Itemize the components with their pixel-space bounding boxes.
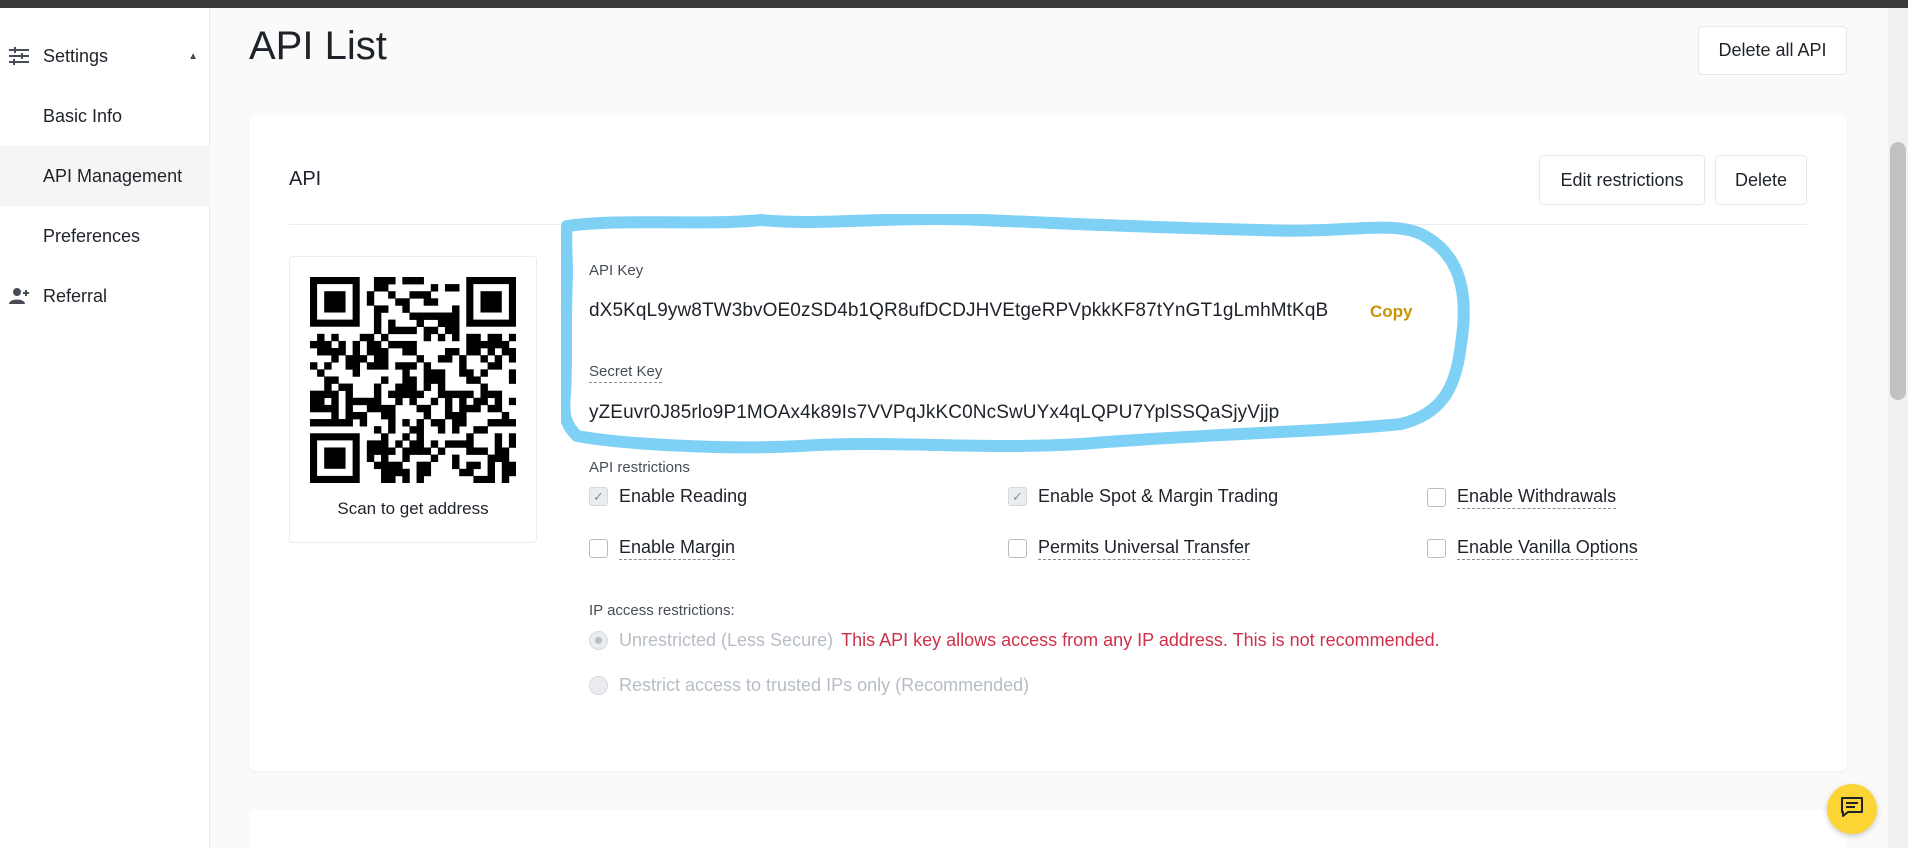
checkbox-checked[interactable]: ✓ (589, 487, 608, 506)
option-label: Permits Universal Transfer (1038, 537, 1251, 560)
ip-trusted-option[interactable]: Restrict access to trusted IPs only (Rec… (589, 675, 1029, 696)
ip-unrestricted-option[interactable]: Unrestricted (Less Secure) This API key … (589, 630, 1440, 651)
delete-button[interactable]: Delete (1715, 155, 1807, 205)
sidebar-item-preferences[interactable]: Preferences (0, 206, 210, 266)
option-label: Unrestricted (Less Secure) (619, 630, 834, 650)
checkbox[interactable] (1427, 488, 1446, 507)
api-card: API Edit restrictions Delete Scan to get… (249, 116, 1847, 771)
enable-reading-option[interactable]: ✓ Enable Reading (589, 486, 747, 507)
page-title: API List (249, 24, 387, 68)
copy-button[interactable]: Copy (1370, 302, 1413, 322)
sidebar-item-label: Referral (43, 285, 108, 306)
sidebar-item-label: Basic Info (43, 105, 123, 126)
option-label: Enable Withdrawals (1457, 486, 1617, 509)
sidebar-item-api-management[interactable]: API Management (0, 146, 210, 206)
radio[interactable] (589, 676, 608, 695)
enable-spot-margin-option[interactable]: ✓ Enable Spot & Margin Trading (1008, 486, 1278, 507)
sidebar-item-label: Settings (43, 45, 109, 66)
sidebar: Settings ▲ Basic Info API Management Pre… (0, 8, 210, 848)
api-key-value: dX5KqL9yw8TW3bvOE0zSD4b1QR8ufDCDJHVEtgeR… (589, 300, 1329, 321)
qr-code-image (310, 277, 516, 483)
ip-restrictions-label: IP access restrictions: (589, 602, 735, 619)
api-restrictions-label: API restrictions (589, 459, 690, 476)
sliders-icon (7, 44, 31, 68)
checkbox[interactable] (1008, 539, 1027, 558)
scrollbar-track[interactable] (1888, 8, 1908, 848)
caret-up-icon: ▲ (188, 50, 198, 62)
radio-selected[interactable] (589, 631, 608, 650)
option-label: Enable Vanilla Options (1457, 537, 1638, 560)
browser-top-bar (0, 0, 1908, 8)
option-label: Enable Spot & Margin Trading (1038, 486, 1279, 506)
option-label: Enable Reading (619, 486, 748, 506)
universal-transfer-option[interactable]: Permits Universal Transfer (1008, 537, 1251, 560)
api-card-next (249, 810, 1847, 848)
api-key-label: API Key (589, 262, 644, 279)
sidebar-item-settings[interactable]: Settings ▲ (0, 26, 210, 86)
vanilla-options-option[interactable]: Enable Vanilla Options (1427, 537, 1638, 560)
divider (289, 224, 1807, 225)
sidebar-item-label: API Management (43, 165, 183, 186)
enable-margin-option[interactable]: Enable Margin (589, 537, 736, 560)
add-user-icon (7, 284, 31, 308)
ip-warning-text: This API key allows access from any IP a… (841, 630, 1440, 650)
option-label: Enable Margin (619, 537, 736, 560)
api-card-title: API (289, 168, 322, 190)
option-label: Restrict access to trusted IPs only (Rec… (619, 675, 1030, 695)
qr-code-box: Scan to get address (289, 256, 537, 543)
checkbox-checked[interactable]: ✓ (1008, 487, 1027, 506)
sidebar-item-label: Preferences (43, 225, 141, 246)
secret-key-value: yZEuvr0J85rlo9P1MOAx4k89Is7VVPqJkKC0NcSw… (589, 402, 1280, 423)
checkbox[interactable] (589, 539, 608, 558)
chat-support-button[interactable] (1827, 784, 1877, 834)
sidebar-item-referral[interactable]: Referral (0, 266, 210, 326)
checkbox[interactable] (1427, 539, 1446, 558)
secret-key-label: Secret Key (589, 363, 663, 383)
qr-caption: Scan to get address (337, 499, 489, 518)
sidebar-item-basic-info[interactable]: Basic Info (0, 86, 210, 146)
edit-restrictions-button[interactable]: Edit restrictions (1539, 155, 1705, 205)
chat-icon (1840, 796, 1864, 823)
scrollbar-thumb[interactable] (1890, 142, 1906, 400)
delete-all-api-button[interactable]: Delete all API (1698, 26, 1847, 75)
enable-withdrawals-option[interactable]: Enable Withdrawals (1427, 486, 1617, 509)
